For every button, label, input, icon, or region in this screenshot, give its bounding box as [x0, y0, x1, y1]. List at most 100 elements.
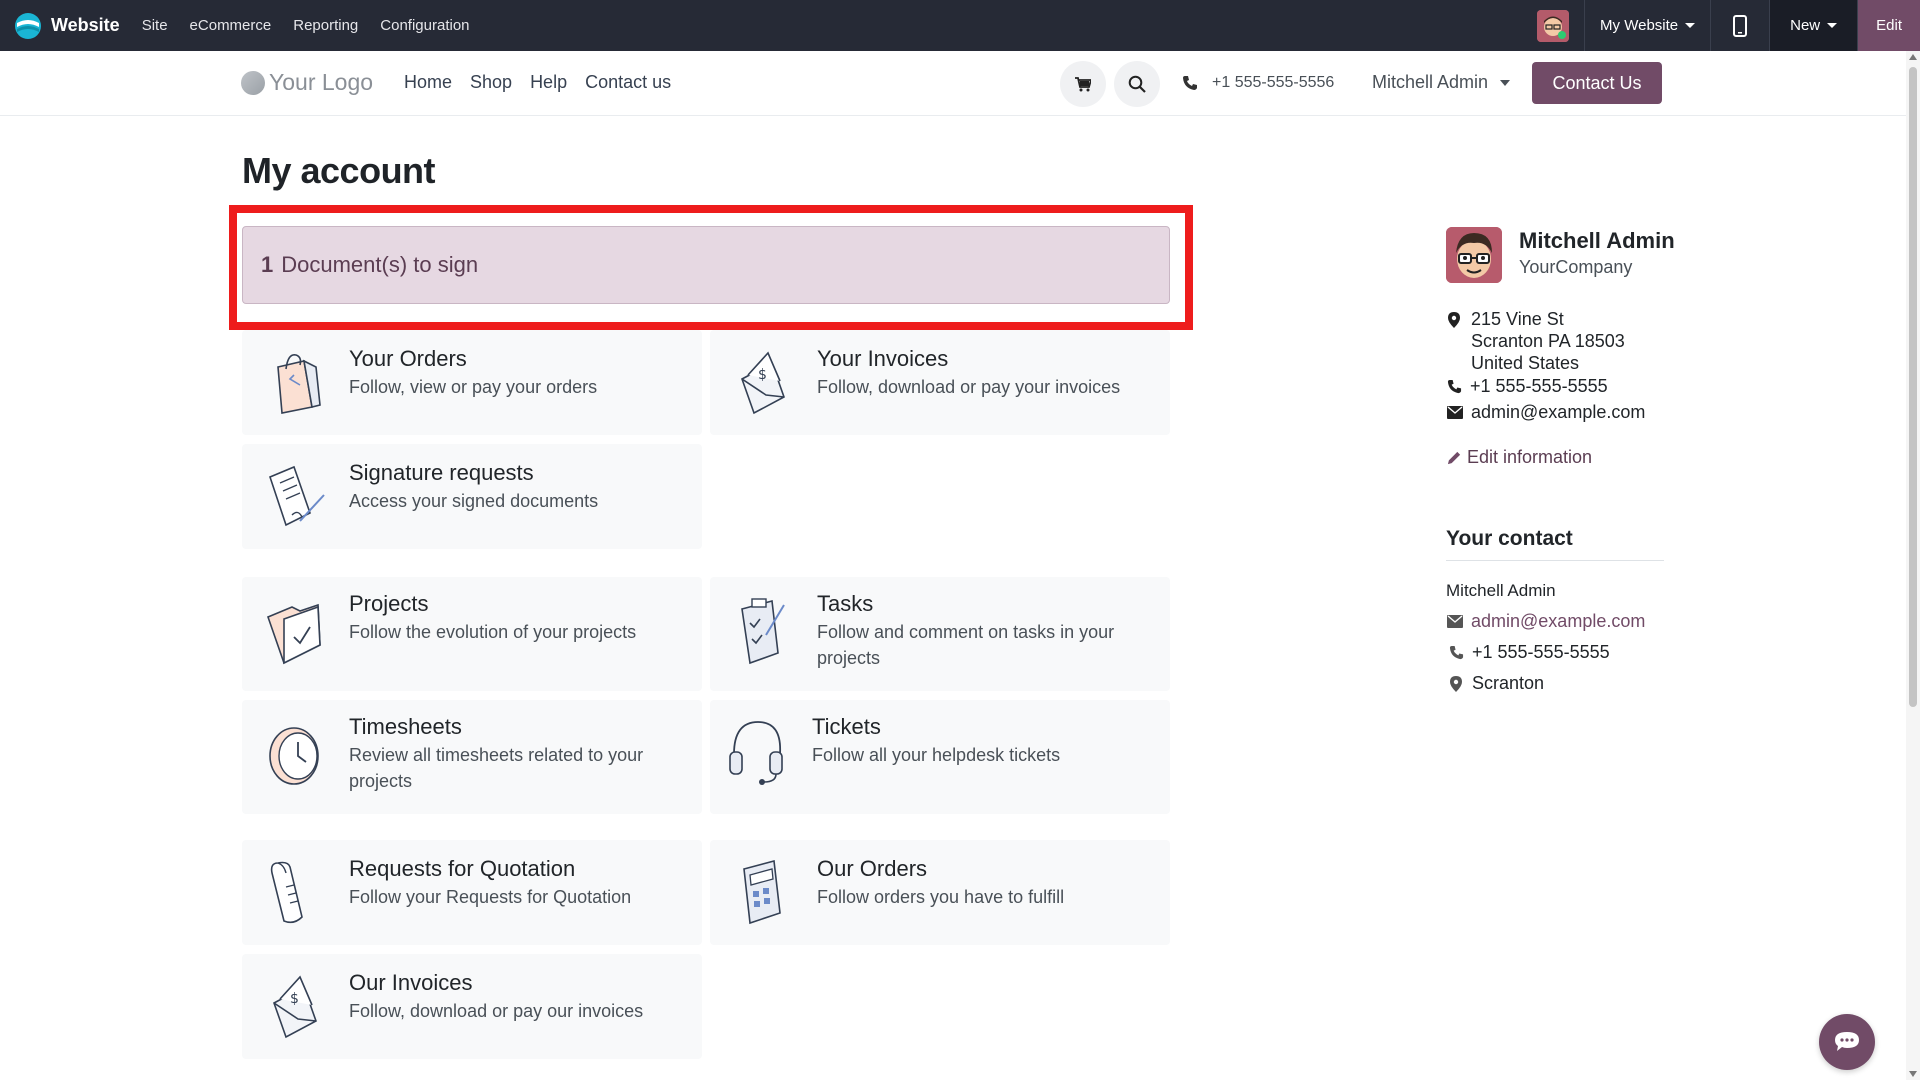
profile-name: Mitchell Admin	[1519, 228, 1675, 253]
nav-home[interactable]: Home	[404, 72, 452, 93]
chevron-down-icon	[1500, 79, 1511, 86]
card-description: Access your signed documents	[349, 491, 599, 511]
contact-email-row[interactable]: admin@example.com	[1447, 611, 1645, 632]
folder-check-icon	[266, 603, 321, 665]
card-title: Projects	[349, 591, 429, 616]
shopping-cart-icon	[1075, 76, 1091, 91]
address-line: Scranton PA 18503	[1471, 331, 1625, 351]
phone-icon	[1447, 379, 1462, 394]
phone-icon	[1449, 645, 1464, 660]
scroll-down-icon[interactable]	[1909, 1071, 1917, 1077]
scroll-up-icon[interactable]	[1909, 54, 1917, 60]
website-switcher-label: My Website	[1600, 17, 1679, 34]
edit-information-link[interactable]: Edit information	[1447, 447, 1592, 468]
new-button[interactable]: New	[1769, 0, 1858, 51]
card-description: Follow, view or pay your orders	[349, 377, 598, 397]
logo-mark-icon	[241, 70, 265, 95]
contact-email-link[interactable]: admin@example.com	[1471, 611, 1645, 632]
card-description: Follow orders you have to fulfill	[817, 887, 1065, 907]
card-title: Signature requests	[349, 460, 534, 485]
user-menu-dropdown[interactable]: Mitchell Admin	[1372, 72, 1511, 93]
profile-address: 215 Vine St Scranton PA 18503 United Sta…	[1471, 308, 1625, 374]
card-timesheets[interactable]: Timesheets Review all timesheets related…	[242, 700, 702, 814]
mobile-preview-button[interactable]	[1710, 0, 1769, 51]
menu-configuration[interactable]: Configuration	[380, 17, 469, 34]
search-icon	[1128, 75, 1146, 93]
page-title: My account	[242, 150, 436, 191]
main-nav: Home Shop Help Contact us	[404, 72, 689, 93]
live-chat-button[interactable]	[1819, 1014, 1875, 1070]
header-phone-text: +1 555-555-5556	[1212, 74, 1335, 91]
address-line: 215 Vine St	[1471, 309, 1564, 329]
cart-button[interactable]	[1060, 61, 1106, 107]
contact-city-text: Scranton	[1472, 673, 1545, 693]
invoice-envelope-icon: $	[273, 975, 317, 1039]
header-phone[interactable]: +1 555-555-5556	[1182, 74, 1334, 92]
card-your-orders[interactable]: Your Orders Follow, view or pay your ord…	[242, 330, 702, 435]
clock-icon	[269, 727, 319, 785]
headset-icon	[729, 721, 783, 785]
card-tasks[interactable]: Tasks Follow and comment on tasks in you…	[710, 577, 1170, 691]
alert-count: 1	[261, 252, 274, 277]
scrollbar-thumb[interactable]	[1909, 67, 1917, 707]
your-contact-heading: Your contact	[1446, 527, 1664, 561]
phone-icon	[1183, 76, 1197, 90]
nav-help[interactable]: Help	[530, 72, 567, 93]
website-switcher[interactable]: My Website	[1584, 0, 1710, 51]
card-title: Your Orders	[349, 346, 467, 371]
card-description: Follow, download or pay our invoices	[349, 1001, 644, 1021]
documents-to-sign-alert[interactable]: 1 Document(s) to sign	[242, 226, 1170, 304]
avatar	[1537, 9, 1570, 42]
contact-phone-row: +1 555-555-5555	[1447, 642, 1610, 663]
admin-topbar: Website Site eCommerce Reporting Configu…	[0, 0, 1920, 51]
mobile-phone-icon	[1733, 14, 1748, 37]
calculator-icon	[743, 859, 781, 925]
address-line: United States	[1471, 353, 1580, 373]
card-description: Follow all your helpdesk tickets	[812, 745, 1061, 765]
card-projects[interactable]: Projects Follow the evolution of your pr…	[242, 577, 702, 691]
app-name[interactable]: Website	[51, 15, 120, 36]
card-description: Follow the evolution of your projects	[349, 622, 637, 642]
shopping-bag-icon	[277, 353, 321, 414]
user-avatar-icon	[1537, 9, 1570, 42]
contact-us-button[interactable]: Contact Us	[1532, 62, 1662, 104]
card-tickets[interactable]: Tickets Follow all your helpdesk tickets	[710, 700, 1170, 814]
card-title: Timesheets	[349, 714, 462, 739]
edit-button[interactable]: Edit	[1857, 0, 1920, 51]
contact-phone-text: +1 555-555-5555	[1472, 642, 1610, 662]
nav-contact-us[interactable]: Contact us	[585, 72, 671, 93]
menu-reporting[interactable]: Reporting	[293, 17, 358, 34]
card-our-orders[interactable]: Our Orders Follow orders you have to ful…	[710, 840, 1170, 945]
svg-text:$: $	[290, 991, 299, 1007]
nav-shop[interactable]: Shop	[470, 72, 512, 93]
scroll-document-icon	[270, 861, 303, 924]
card-your-invoices[interactable]: $ Your Invoices Follow, download or pay …	[710, 330, 1170, 435]
chat-icon	[1835, 1032, 1859, 1051]
card-title: Your Invoices	[817, 346, 949, 371]
new-button-label: New	[1790, 17, 1821, 34]
user-avatar-icon	[1446, 227, 1502, 283]
profile-company: YourCompany	[1519, 257, 1633, 277]
envelope-icon	[1447, 406, 1463, 419]
contact-city-row: Scranton	[1447, 673, 1544, 694]
search-button[interactable]	[1114, 61, 1160, 107]
svg-text:$: $	[758, 367, 767, 383]
card-title: Tickets	[812, 714, 881, 739]
edit-information-label: Edit information	[1467, 447, 1593, 467]
envelope-icon	[1447, 615, 1463, 628]
user-avatar-button[interactable]	[1522, 0, 1584, 51]
page-scrollbar[interactable]	[1906, 51, 1920, 1080]
menu-ecommerce[interactable]: eCommerce	[190, 17, 272, 34]
chevron-down-icon	[1827, 23, 1838, 28]
menu-site[interactable]: Site	[142, 17, 168, 34]
profile-email: admin@example.com	[1447, 402, 1645, 423]
site-logo[interactable]: Your Logo	[241, 69, 373, 96]
card-signature-requests[interactable]: Signature requests Access your signed do…	[242, 444, 702, 549]
card-our-invoices[interactable]: $ Our Invoices Follow, download or pay o…	[242, 954, 702, 1059]
card-description: Follow and comment on tasks in your proj…	[817, 622, 1115, 668]
map-marker-icon	[1448, 312, 1460, 328]
card-description: Review all timesheets related to your pr…	[349, 745, 644, 791]
card-title: Our Invoices	[349, 970, 473, 995]
odoo-website-logo-icon[interactable]	[14, 12, 42, 40]
card-requests-for-quotation[interactable]: Requests for Quotation Follow your Reque…	[242, 840, 702, 945]
